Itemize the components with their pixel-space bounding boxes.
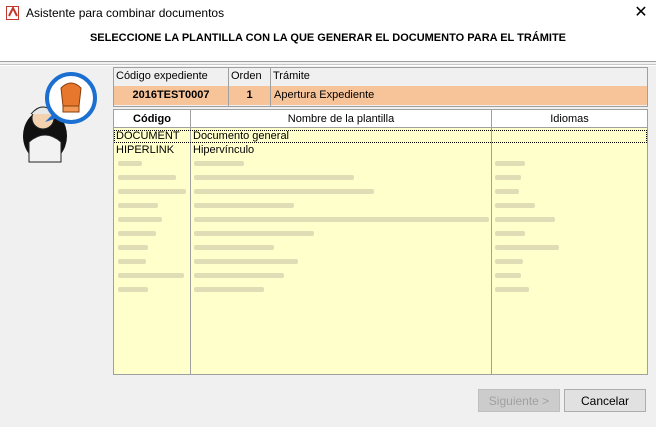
divider <box>270 68 271 106</box>
nombre-column-header[interactable]: Nombre de la plantilla <box>191 110 491 128</box>
codigo-expediente-header: Código expediente <box>114 68 228 84</box>
app-icon <box>6 5 19 20</box>
row-codigo: DOCUMENT <box>116 130 180 142</box>
expediente-info: Código expediente Orden Trámite 2016TEST… <box>113 67 648 107</box>
tramite-value: Apertura Expediente <box>271 86 647 105</box>
templates-table[interactable]: Código Nombre de la plantilla Idiomas DO… <box>113 109 648 375</box>
codigo-column-header[interactable]: Código <box>114 110 190 128</box>
row-nombre: Hipervínculo <box>193 144 255 156</box>
header-band: SELECCIONE LA PLANTILLA CON LA QUE GENER… <box>0 27 656 62</box>
table-row[interactable]: HIPERLINK Hipervínculo <box>114 144 647 157</box>
separator <box>0 64 656 66</box>
cancel-button[interactable]: Cancelar <box>564 389 646 412</box>
instruction-heading: SELECCIONE LA PLANTILLA CON LA QUE GENER… <box>89 32 567 44</box>
assistant-icon <box>23 72 97 163</box>
idiomas-column-header[interactable]: Idiomas <box>492 110 647 128</box>
orden-value: 1 <box>229 86 270 105</box>
next-button[interactable]: Siguiente > <box>478 389 560 412</box>
title-bar: Asistente para combinar documentos ✕ <box>0 0 656 27</box>
row-codigo: HIPERLINK <box>116 144 175 156</box>
close-button[interactable]: ✕ <box>626 0 656 27</box>
window-title: Asistente para combinar documentos <box>26 6 225 20</box>
row-nombre: Documento general <box>193 130 290 142</box>
tramite-header: Trámite <box>271 68 647 84</box>
codigo-expediente-value: 2016TEST0007 <box>114 86 228 105</box>
table-row[interactable]: DOCUMENT Documento general <box>114 130 647 143</box>
divider <box>228 68 229 106</box>
orden-header: Orden <box>229 68 270 84</box>
